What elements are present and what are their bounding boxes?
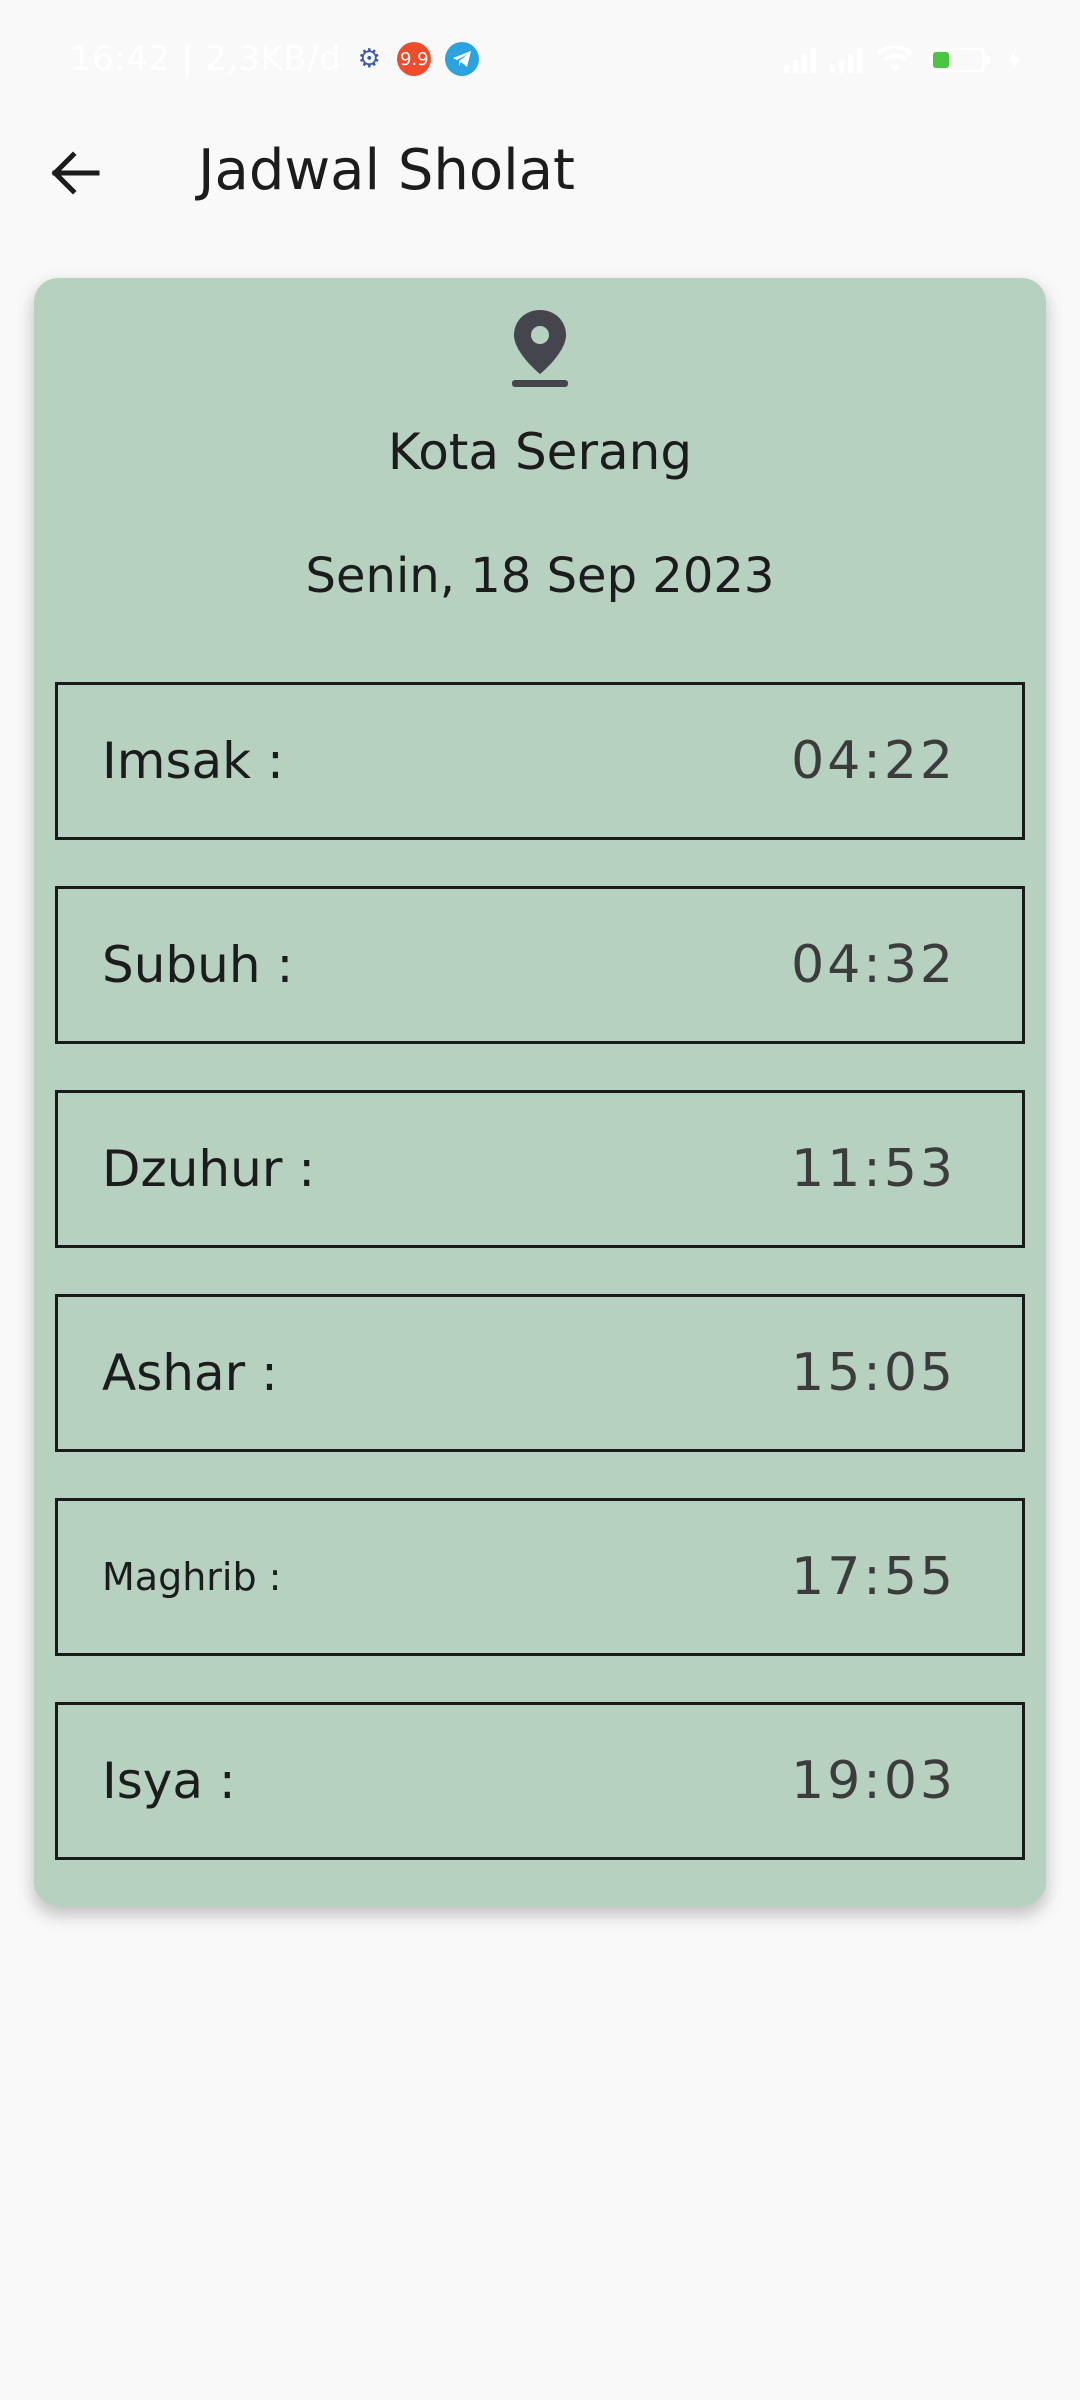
- prayer-row-dzuhur: Dzuhur : 11:53: [55, 1090, 1025, 1248]
- prayer-times-list: Imsak : 04:22 Subuh : 04:32 Dzuhur : 11:…: [55, 682, 1025, 1906]
- status-right: [784, 40, 1022, 80]
- back-button[interactable]: [40, 140, 110, 210]
- prayer-row-isya: Isya : 19:03: [55, 1702, 1025, 1860]
- prayer-name: Imsak :: [102, 732, 284, 790]
- status-time: 16:42 | 2,3KB/d: [70, 39, 342, 79]
- status-bar: 16:42 | 2,3KB/d ⚙ 9.9: [0, 0, 1080, 120]
- charging-bolt-icon: [1006, 47, 1022, 73]
- prayer-row-maghrib: Maghrib : 17:55: [55, 1498, 1025, 1656]
- signal-strength-icon-2: [830, 47, 862, 73]
- battery-icon: [928, 46, 992, 74]
- prayer-name: Isya :: [102, 1752, 236, 1810]
- prayer-row-ashar: Ashar : 15:05: [55, 1294, 1025, 1452]
- telegram-icon: [445, 42, 480, 76]
- prayer-name: Ashar :: [102, 1344, 278, 1402]
- schedule-date: Senin, 18 Sep 2023: [305, 548, 775, 604]
- prayer-name: Subuh :: [102, 936, 294, 994]
- prayer-row-imsak: Imsak : 04:22: [55, 682, 1025, 840]
- shop-app-icon: 9.9: [397, 42, 432, 76]
- wifi-icon: [876, 46, 914, 74]
- map-pin-icon: [508, 306, 572, 390]
- app-bar: Jadwal Sholat: [0, 120, 1080, 220]
- arrow-left-icon: [49, 151, 101, 199]
- prayer-schedule-card: Kota Serang Senin, 18 Sep 2023 Imsak : 0…: [34, 278, 1046, 1906]
- page-title: Jadwal Sholat: [198, 138, 575, 203]
- city-name: Kota Serang: [387, 423, 693, 481]
- prayer-time: 17:55: [791, 1547, 956, 1607]
- prayer-row-subuh: Subuh : 04:32: [55, 886, 1025, 1044]
- prayer-time: 15:05: [791, 1343, 956, 1403]
- prayer-time: 04:22: [791, 731, 956, 791]
- prayer-time: 19:03: [791, 1751, 956, 1811]
- status-left: 16:42 | 2,3KB/d ⚙ 9.9: [70, 36, 480, 82]
- signal-strength-icon: [784, 47, 816, 73]
- prayer-name: Maghrib :: [102, 1555, 282, 1599]
- prayer-time: 11:53: [791, 1139, 956, 1199]
- prayer-name: Dzuhur :: [102, 1140, 316, 1198]
- settings-gear-icon: ⚙: [357, 44, 381, 74]
- prayer-time: 04:32: [791, 935, 956, 995]
